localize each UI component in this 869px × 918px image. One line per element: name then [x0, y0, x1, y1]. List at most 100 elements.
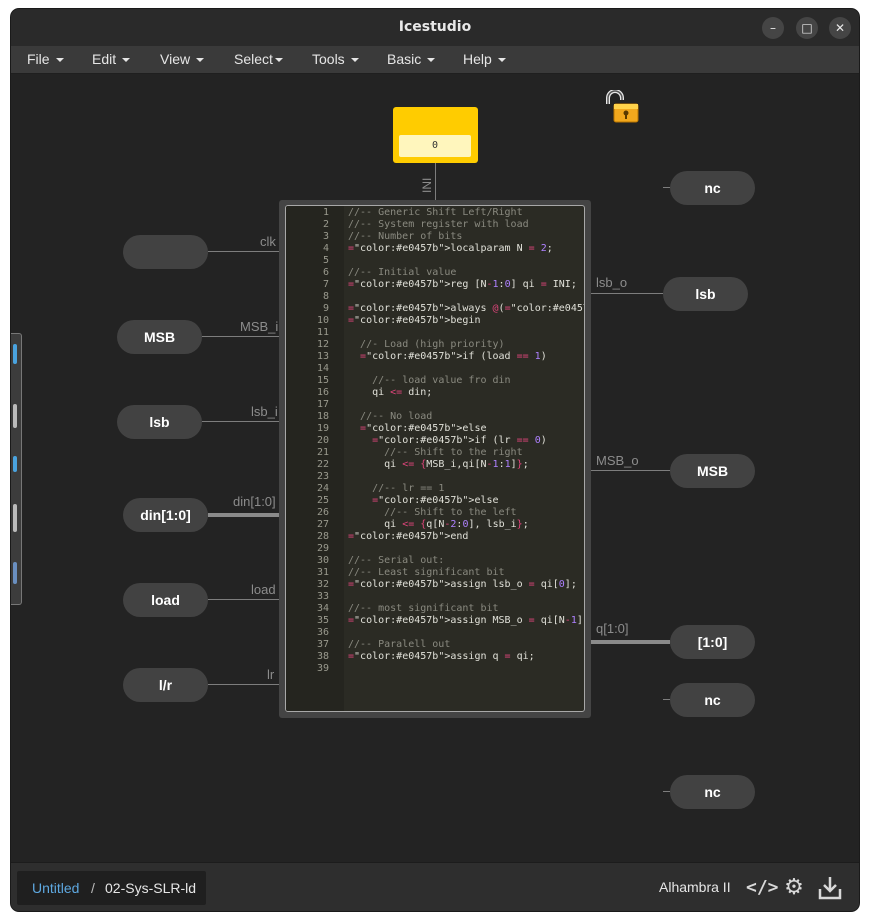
- close-icon[interactable]: ✕: [829, 17, 851, 39]
- code-text: ="color:#e0457b">if (lr == 0): [372, 435, 547, 446]
- line-number: 6: [322, 267, 329, 278]
- line-number: 17: [316, 399, 329, 410]
- menu-tools[interactable]: Tools: [312, 46, 359, 72]
- code-line: 12 //- Load (high priority): [286, 339, 584, 351]
- ini-wire: [435, 163, 436, 200]
- gear-icon[interactable]: ⚙: [781, 875, 807, 901]
- input-port-clk[interactable]: [123, 235, 208, 269]
- line-number: 2: [322, 219, 329, 230]
- line-number: 26: [316, 507, 329, 518]
- line-number: 37: [316, 639, 329, 650]
- download-icon[interactable]: [817, 875, 843, 901]
- breadcrumb-project[interactable]: Untitled: [32, 871, 79, 905]
- output-port-nc-2[interactable]: nc: [670, 683, 755, 717]
- code-text: //- Load (high priority): [360, 339, 505, 350]
- constant-value[interactable]: 0: [399, 135, 471, 157]
- line-number: 29: [316, 543, 329, 554]
- code-line: 7 ="color:#e0457b">reg [N-1:0] qi = INI;: [286, 279, 584, 291]
- line-number: 4: [322, 243, 329, 254]
- menu-select[interactable]: Select: [234, 46, 283, 72]
- input-port-msb[interactable]: MSB: [117, 320, 202, 354]
- code-line: 10 ="color:#e0457b">begin: [286, 315, 584, 327]
- unlock-icon[interactable]: [602, 90, 640, 124]
- line-number: 16: [316, 387, 329, 398]
- code-text: ="color:#e0457b">assign lsb_o = qi[0];: [348, 579, 577, 590]
- wire-nc-2: [663, 699, 670, 700]
- input-port-lsb[interactable]: lsb: [117, 405, 202, 439]
- code-text: ="color:#e0457b">if (load == 1): [360, 351, 547, 362]
- menu-basic[interactable]: Basic: [387, 46, 436, 72]
- wire-lsb-o: [591, 293, 663, 294]
- minimize-icon[interactable]: –: [762, 17, 784, 39]
- output-port-lsb[interactable]: lsb: [663, 277, 748, 311]
- output-port-q[interactable]: [1:0]: [670, 625, 755, 659]
- input-port-lr[interactable]: l/r: [123, 668, 208, 702]
- code-line: 39: [286, 663, 584, 675]
- line-number: 39: [316, 663, 329, 674]
- line-number: 38: [316, 651, 329, 662]
- status-bar: Untitled / 02-Sys-SLR-ld Alhambra II </>…: [11, 862, 859, 911]
- line-number: 5: [322, 255, 329, 266]
- code-text: ="color:#e0457b">assign q = qi;: [348, 651, 535, 662]
- code-line: 8: [286, 291, 584, 303]
- code-text: //-- Number of bits: [348, 231, 463, 242]
- code-line: 37 //-- Paralell out: [286, 639, 584, 651]
- code-line: 18 //-- No load: [286, 411, 584, 423]
- input-port-din[interactable]: din[1:0]: [123, 498, 208, 532]
- menu-help[interactable]: Help: [463, 46, 506, 72]
- line-number: 18: [316, 411, 329, 422]
- code-text: //-- System register with load: [348, 219, 529, 230]
- code-text: qi <= {q[N-2:0], lsb_i};: [348, 519, 529, 530]
- breadcrumb-file: 02-Sys-SLR-ld: [105, 880, 197, 896]
- wire-label-load: load: [251, 582, 276, 597]
- title-bar: Icestudio – □ ✕: [11, 9, 859, 46]
- code-line: 21 //-- Shift to the right: [286, 447, 584, 459]
- code-line: 3 //-- Number of bits: [286, 231, 584, 243]
- line-number: 30: [316, 555, 329, 566]
- chevron-down-icon: [55, 58, 64, 63]
- line-number: 12: [316, 339, 329, 350]
- output-port-msb[interactable]: MSB: [670, 454, 755, 488]
- menu-file[interactable]: File: [27, 46, 64, 72]
- wire-label-lsb-i: lsb_i: [251, 404, 278, 419]
- code-line: 26 //-- Shift to the left: [286, 507, 584, 519]
- output-port-nc-3[interactable]: nc: [670, 775, 755, 809]
- code-line: 27 qi <= {q[N-2:0], lsb_i};: [286, 519, 584, 531]
- wire-label-lr: lr: [267, 667, 275, 682]
- code-line: 35 ="color:#e0457b">assign MSB_o = qi[N-1…: [286, 615, 584, 627]
- code-line: 25 ="color:#e0457b">else: [286, 495, 584, 507]
- code-text: ="color:#e0457b">else: [372, 495, 499, 506]
- code-icon[interactable]: </>: [746, 875, 779, 901]
- line-number: 7: [322, 279, 329, 290]
- side-marker: [13, 404, 17, 428]
- breadcrumb: Untitled / 02-Sys-SLR-ld: [17, 871, 206, 905]
- code-text: //-- Serial out:: [348, 555, 445, 566]
- code-editor[interactable]: 1 //-- Generic Shift Left/Right 2 //-- Syst…: [285, 205, 585, 712]
- design-canvas[interactable]: 0 INI clk MSB MSB_i lsb lsb_i din[1:0] d…: [11, 74, 859, 862]
- side-panel-handle[interactable]: [11, 333, 22, 605]
- wire-label-lsb-o: lsb_o: [596, 275, 628, 290]
- maximize-icon[interactable]: □: [796, 17, 818, 39]
- code-line: 1 //-- Generic Shift Left/Right: [286, 207, 584, 219]
- side-marker: [13, 456, 17, 472]
- wire-label-din: din[1:0]: [233, 494, 276, 509]
- code-line: 20 ="color:#e0457b">if (lr == 0): [286, 435, 584, 447]
- line-number: 35: [316, 615, 329, 626]
- verilog-code-block[interactable]: 1 //-- Generic Shift Left/Right 2 //-- Syst…: [279, 200, 591, 718]
- menu-bar: File Edit View Select Tools Basic Help: [11, 46, 859, 74]
- output-port-nc-1[interactable]: nc: [670, 171, 755, 205]
- line-number: 25: [316, 495, 329, 506]
- code-text: ="color:#e0457b">end: [348, 531, 469, 542]
- board-name[interactable]: Alhambra II: [659, 863, 731, 911]
- wire-nc-3: [663, 791, 670, 792]
- constant-block[interactable]: 0: [393, 107, 478, 163]
- wire-clk: [208, 251, 279, 252]
- code-line: 38 ="color:#e0457b">assign q = qi;: [286, 651, 584, 663]
- line-number: 34: [316, 603, 329, 614]
- code-text: ="color:#e0457b">else: [360, 423, 487, 434]
- wire-lr: [208, 684, 279, 685]
- input-port-load[interactable]: load: [123, 583, 208, 617]
- breadcrumb-separator: /: [91, 880, 95, 896]
- menu-view[interactable]: View: [160, 46, 205, 72]
- menu-edit[interactable]: Edit: [92, 46, 131, 72]
